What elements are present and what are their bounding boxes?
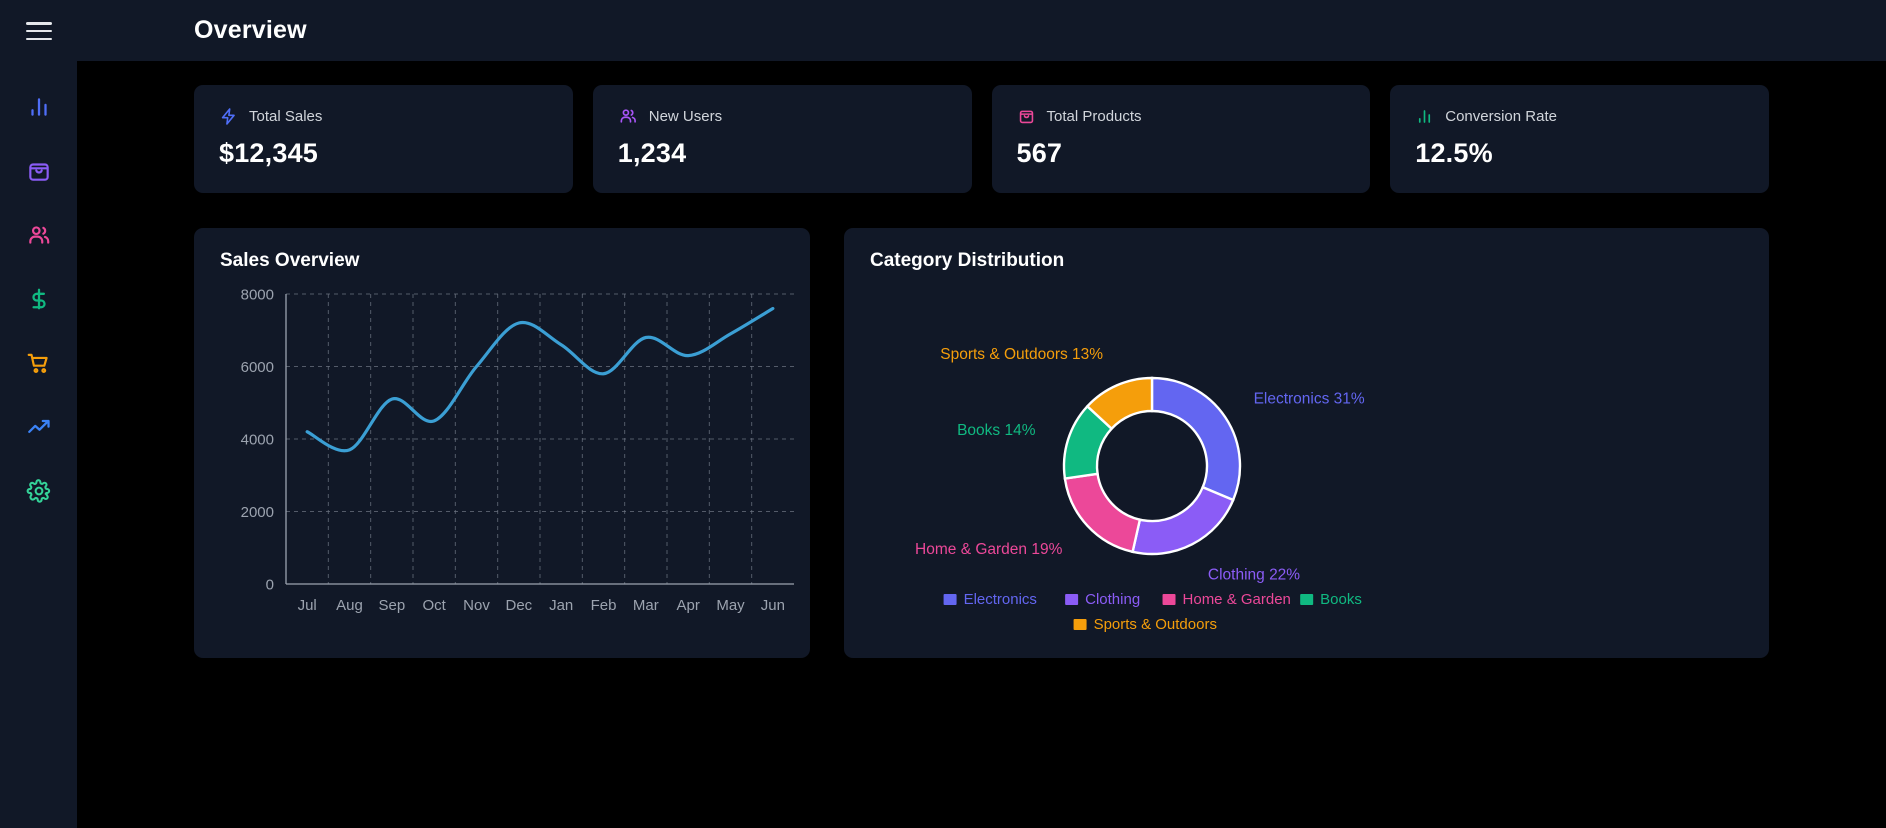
- stat-card-total-products[interactable]: Total Products 567: [991, 85, 1371, 193]
- x-axis-tick-label: Apr: [676, 597, 699, 614]
- x-axis-tick-label: Jun: [761, 597, 785, 614]
- sidebar-item-trends[interactable]: [15, 410, 63, 444]
- stat-value: 567: [1016, 138, 1063, 168]
- x-axis-tick-label: Jan: [549, 597, 573, 614]
- panel-title-sales: Sales Overview: [220, 250, 360, 271]
- x-axis-tick-label: Aug: [336, 597, 363, 614]
- y-axis-tick-label: 2000: [241, 504, 274, 521]
- x-axis-tick-label: Sep: [378, 597, 405, 614]
- stat-value: 1,234: [617, 138, 687, 168]
- sidebar-item-analytics[interactable]: [15, 90, 63, 124]
- shopping-bag-icon: [1019, 110, 1033, 123]
- stat-label: New Users: [648, 107, 723, 125]
- stat-label: Total Products: [1046, 107, 1142, 125]
- sales-line-series: [305, 306, 775, 453]
- legend-label[interactable]: Home & Garden: [1183, 591, 1291, 608]
- legend-label[interactable]: Electronics: [964, 591, 1037, 608]
- legend-label[interactable]: Books: [1320, 591, 1362, 608]
- donut-slice[interactable]: [1150, 376, 1242, 502]
- legend-swatch: [1065, 594, 1079, 605]
- page-title: Overview: [194, 16, 307, 44]
- x-axis-tick-label: Dec: [505, 597, 532, 614]
- bar-chart-icon: [30, 98, 47, 116]
- x-axis-tick-label: Mar: [633, 597, 659, 614]
- stat-card-conversion-rate[interactable]: Conversion Rate 12.5%: [1390, 85, 1769, 193]
- cart-icon: [27, 353, 48, 374]
- category-donut-chart-svg: Electronics 31% Clothing 22% Home & Garden…: [915, 346, 1365, 633]
- hamburger-menu-icon[interactable]: [0, 0, 77, 62]
- sales-overview-panel: Sales Overview 0 2000 4000 6000 8000 Jul Aug Se…: [194, 228, 810, 658]
- donut-slice-label: Clothing 22%: [1208, 566, 1300, 583]
- dollar-icon: [31, 288, 46, 310]
- x-axis-tick-label: Feb: [591, 597, 617, 614]
- users-icon: [28, 226, 49, 244]
- x-axis-tick-label: May: [716, 597, 745, 614]
- sidebar-nav: [0, 90, 77, 508]
- donut-slice[interactable]: [1063, 472, 1142, 554]
- dashboard-content: Total Sales $12,345 New Users 1,234 Tota…: [77, 61, 1886, 828]
- category-distribution-panel: Category Distribution Electronics 31% Clo…: [844, 228, 1769, 658]
- legend-swatch: [943, 594, 957, 605]
- top-bar: Overview: [77, 0, 1886, 61]
- sales-line-chart-svg: 0 2000 4000 6000 8000 Jul Aug Sep Oct Nov Dec Jan Fe…: [241, 287, 794, 614]
- stat-label: Total Sales: [249, 107, 323, 125]
- stat-value: 12.5%: [1415, 138, 1493, 168]
- stat-card-row: Total Sales $12,345 New Users 1,234 Tota…: [194, 85, 1769, 193]
- donut-slice-label: Electronics 31%: [1254, 390, 1365, 407]
- y-axis-tick-label: 0: [266, 577, 274, 594]
- shopping-bag-icon: [28, 163, 49, 181]
- sidebar-item-products[interactable]: [15, 154, 63, 188]
- sidebar-item-settings[interactable]: [15, 474, 63, 508]
- category-donut-chart[interactable]: Electronics 31% Clothing 22% Home & Garden…: [844, 272, 1769, 644]
- legend-swatch: [1073, 619, 1087, 630]
- stat-label: Conversion Rate: [1445, 107, 1557, 125]
- panel-title-category: Category Distribution: [870, 250, 1065, 271]
- donut-slice[interactable]: [1131, 485, 1235, 556]
- trending-up-icon: [27, 419, 50, 434]
- legend-label[interactable]: Clothing: [1085, 591, 1140, 608]
- y-axis-tick-label: 6000: [241, 359, 274, 376]
- gear-icon: [26, 479, 50, 503]
- dashboard-app: Overview Total Sales $12,345 New Users 1…: [0, 0, 1886, 828]
- chart-panel-row: Sales Overview 0 2000 4000 6000 8000 Jul Aug Se…: [194, 228, 1769, 658]
- stat-card-new-users[interactable]: New Users 1,234: [592, 85, 972, 193]
- bar-chart-icon: [1419, 109, 1431, 123]
- x-axis-tick-label: Jul: [298, 597, 317, 614]
- y-axis-tick-label: 8000: [241, 287, 274, 304]
- sidebar-item-orders[interactable]: [15, 346, 63, 380]
- sidebar: [0, 0, 77, 828]
- legend-label[interactable]: Sports & Outdoors: [1094, 616, 1217, 633]
- donut-slice-label: Home & Garden 19%: [915, 541, 1063, 558]
- donut-slice-label: Sports & Outdoors 13%: [940, 346, 1103, 363]
- lightning-bolt-icon: [221, 107, 235, 125]
- stat-value: $12,345: [219, 138, 318, 168]
- legend-swatch: [1162, 594, 1176, 605]
- stat-card-total-sales[interactable]: Total Sales $12,345: [194, 85, 573, 193]
- x-axis-tick-label: Nov: [463, 597, 490, 614]
- legend-swatch: [1300, 594, 1314, 605]
- x-axis-tick-label: Oct: [422, 597, 446, 614]
- sales-line-chart[interactable]: 0 2000 4000 6000 8000 Jul Aug Sep Oct Nov Dec Jan Fe…: [194, 272, 810, 644]
- y-axis-tick-label: 4000: [241, 432, 274, 449]
- sidebar-item-revenue[interactable]: [15, 282, 63, 316]
- sidebar-item-users[interactable]: [15, 218, 63, 252]
- main-area: Overview Total Sales $12,345 New Users 1…: [77, 0, 1886, 828]
- users-icon: [620, 109, 636, 123]
- donut-slice-label: Books 14%: [957, 422, 1036, 439]
